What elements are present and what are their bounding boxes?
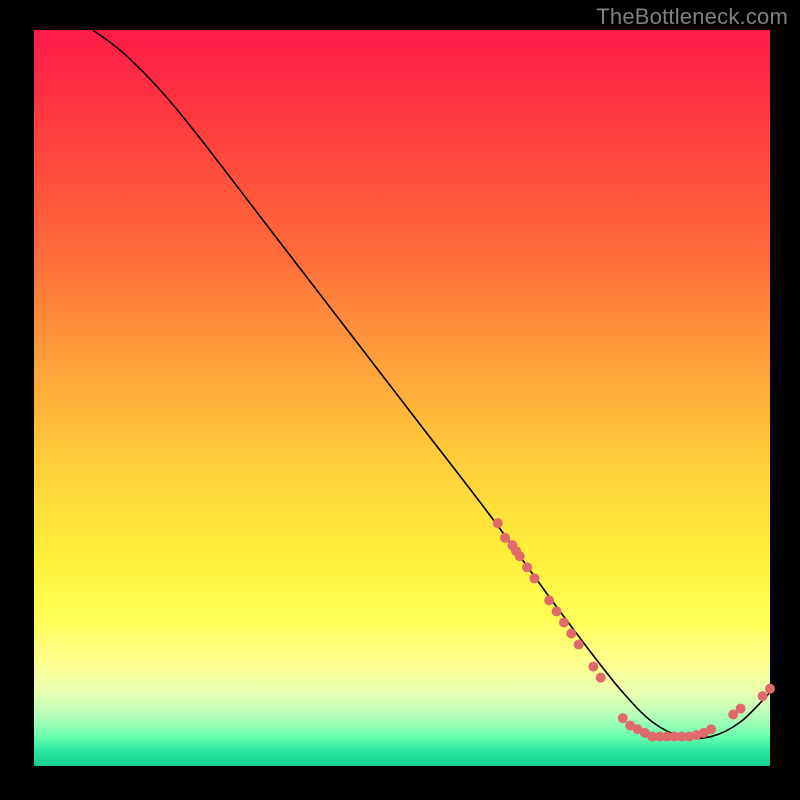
watermark-label: TheBottleneck.com: [596, 4, 788, 30]
chart-svg: [34, 30, 770, 766]
data-marker: [574, 640, 584, 650]
plot-area: [34, 30, 770, 766]
data-marker: [529, 573, 539, 583]
data-marker: [736, 704, 746, 714]
data-marker: [618, 713, 628, 723]
data-marker: [706, 724, 716, 734]
data-marker: [596, 673, 606, 683]
data-marker: [758, 691, 768, 701]
data-marker: [493, 518, 503, 528]
data-marker: [515, 551, 525, 561]
data-marker: [552, 606, 562, 616]
marker-group: [493, 518, 775, 741]
data-marker: [566, 629, 576, 639]
chart-frame: TheBottleneck.com: [0, 0, 800, 800]
data-marker: [500, 533, 510, 543]
data-marker: [559, 617, 569, 627]
data-marker: [544, 595, 554, 605]
data-marker: [765, 684, 775, 694]
data-marker: [522, 562, 532, 572]
data-marker: [588, 662, 598, 672]
bottleneck-curve: [93, 30, 770, 738]
